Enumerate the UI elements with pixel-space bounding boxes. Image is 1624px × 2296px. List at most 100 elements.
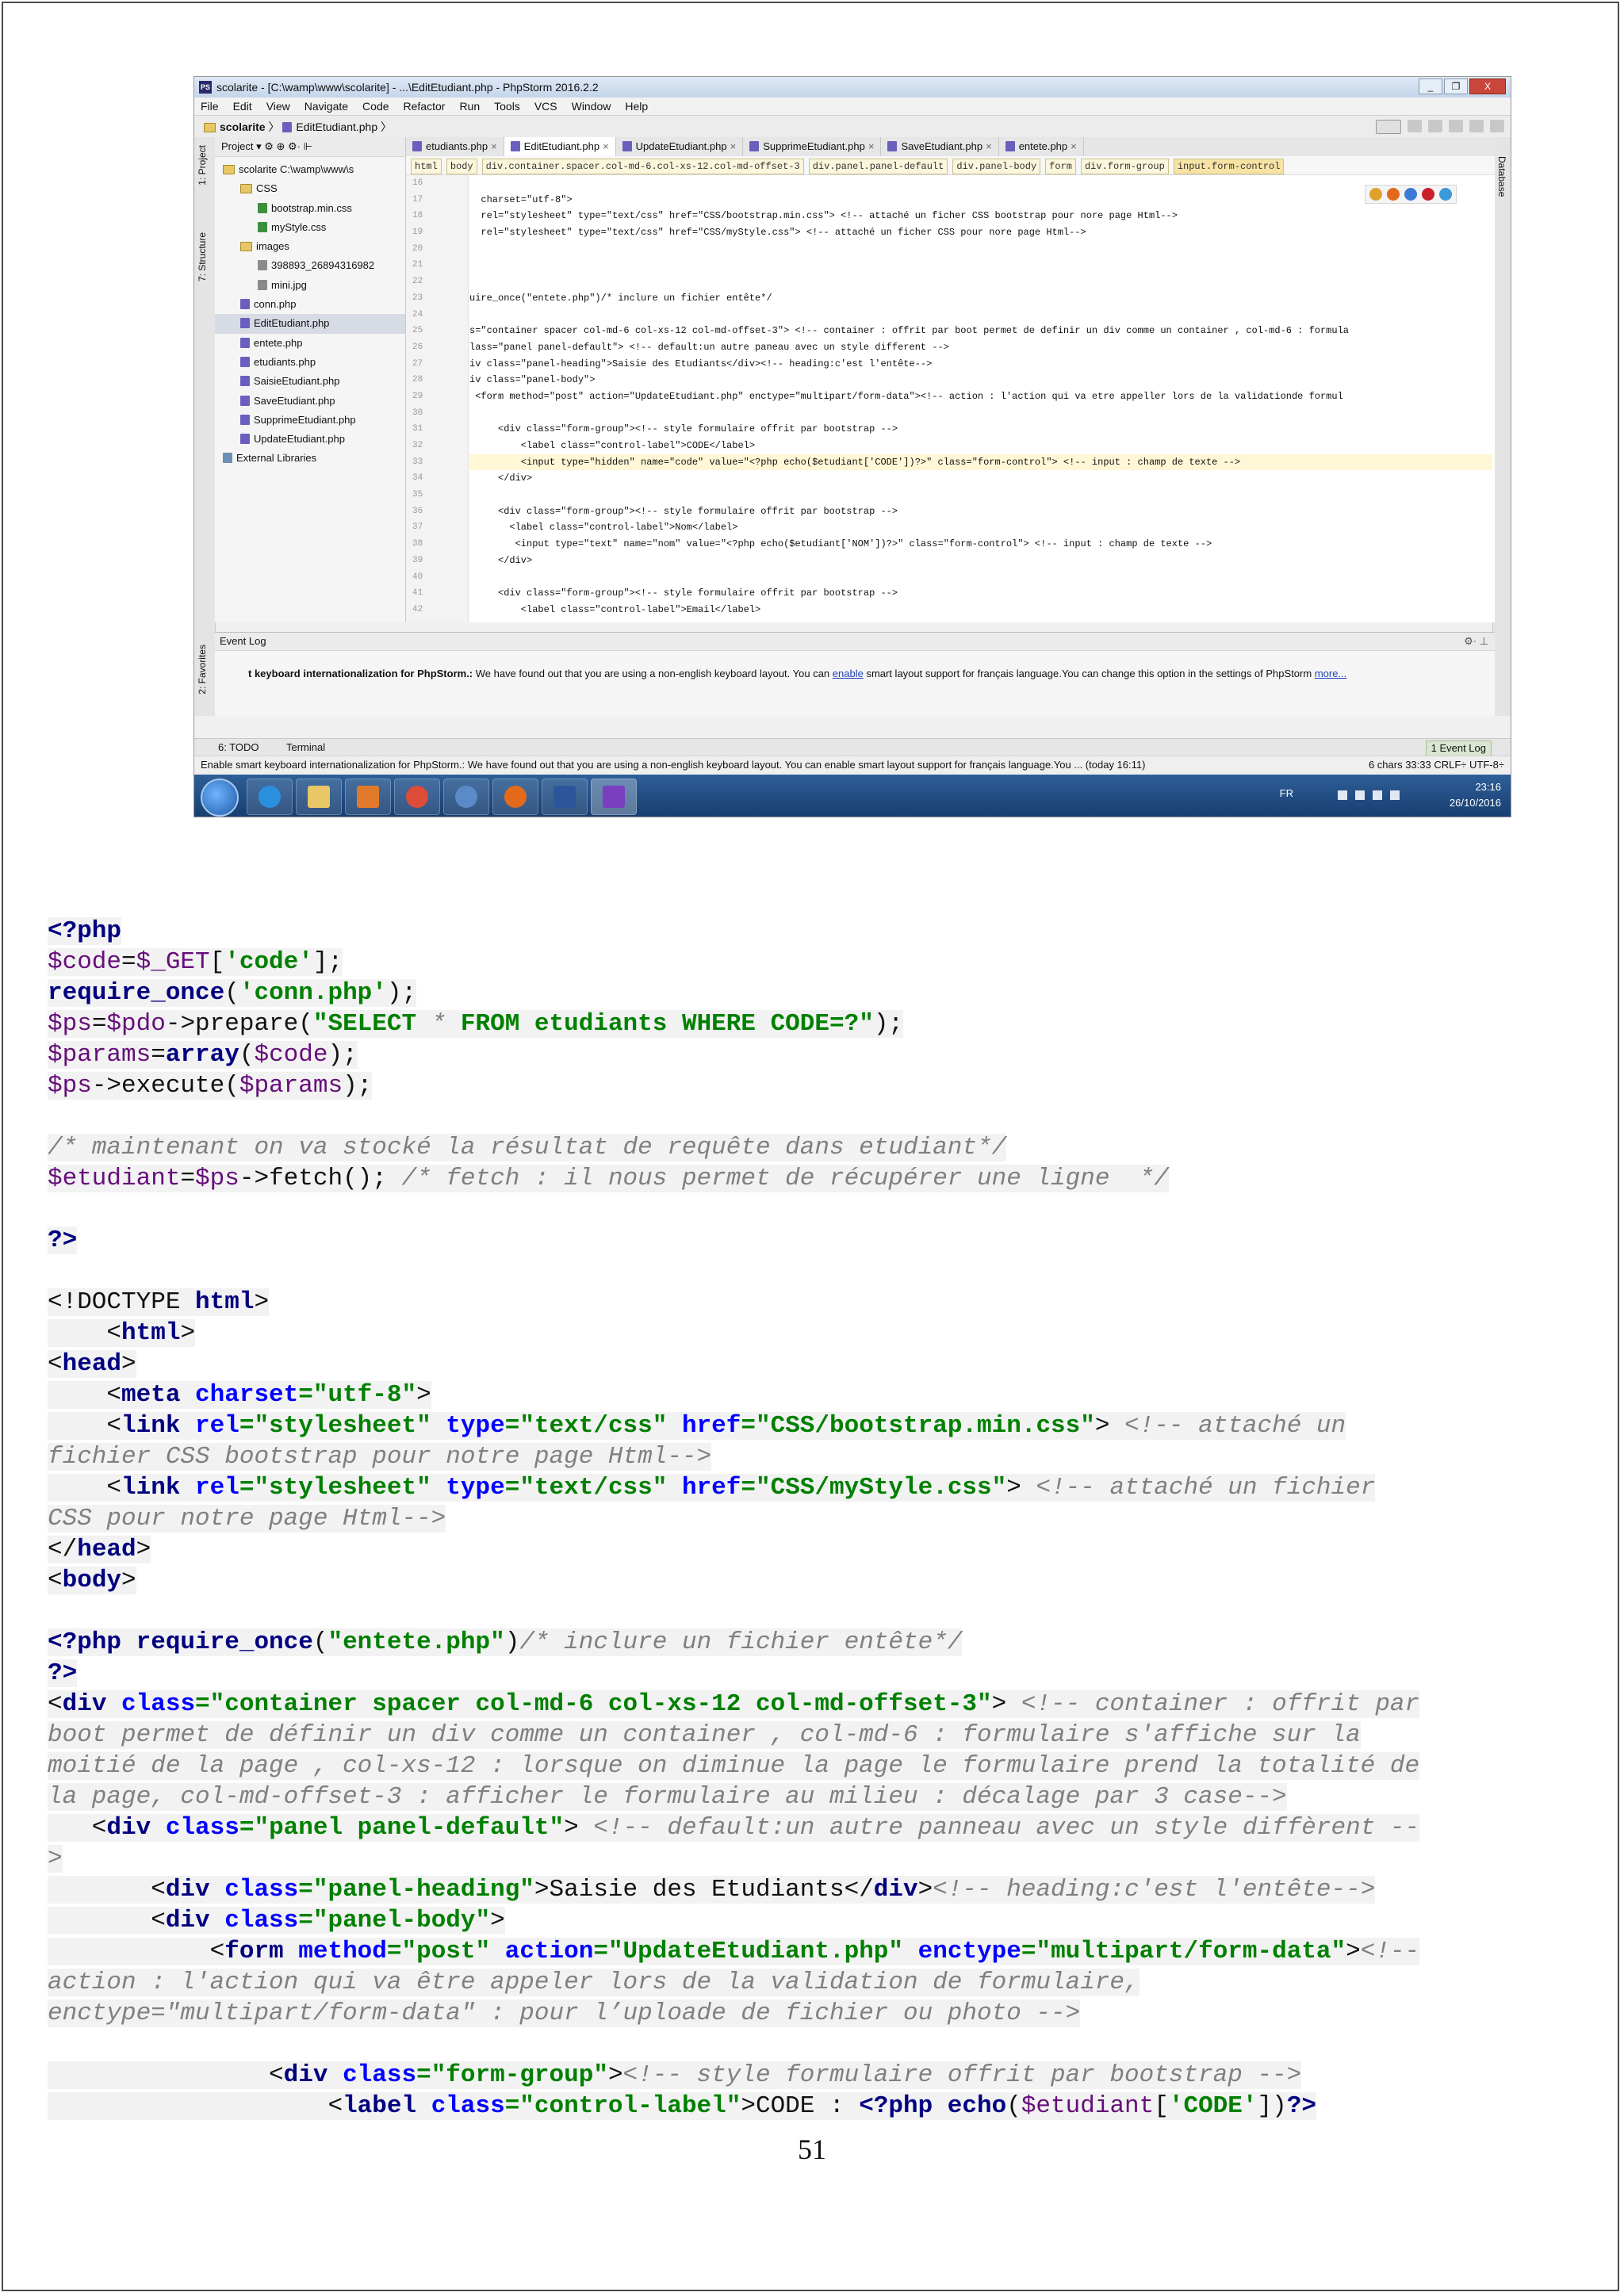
more-link[interactable]: more... <box>1315 668 1346 679</box>
tree-item[interactable]: myStyle.css <box>215 218 405 237</box>
menu-item-code[interactable]: Code <box>362 98 389 115</box>
chrome-taskbar-icon[interactable] <box>394 779 440 815</box>
menu-item-vcs[interactable]: VCS <box>534 98 557 115</box>
editor-tab[interactable]: etudiants.php × <box>406 137 504 156</box>
flag-icon[interactable] <box>1355 790 1365 800</box>
menu-item-tools[interactable]: Tools <box>494 98 520 115</box>
project-panel-header[interactable]: Project ▾ ⚙ ⊕ ⚙· ⊩ <box>215 137 405 157</box>
tree-item[interactable]: bootstrap.min.css <box>215 199 405 218</box>
debug-icon[interactable] <box>1428 120 1442 132</box>
tag-crumb[interactable]: form <box>1045 159 1076 174</box>
line-number: 16 <box>412 178 423 188</box>
media-taskbar-icon[interactable] <box>345 779 391 815</box>
network-icon[interactable] <box>1373 790 1382 800</box>
todo-tab[interactable]: 6: TODO <box>218 739 259 756</box>
close-tab-icon[interactable]: × <box>868 140 875 152</box>
close-tab-icon[interactable]: × <box>730 140 737 152</box>
listing-line: <html> <box>48 1318 1586 1349</box>
safari-icon[interactable] <box>1404 188 1417 201</box>
status-message[interactable]: Enable smart keyboard internationalizati… <box>201 756 1145 774</box>
menu-item-run[interactable]: Run <box>459 98 480 115</box>
tree-item[interactable]: SupprimeEtudiant.php <box>215 411 405 430</box>
code-area[interactable]: charset="utf-8"> rel="stylesheet" type="… <box>469 175 1492 622</box>
firefox-taskbar-icon[interactable] <box>492 779 538 815</box>
event-log-tab[interactable]: 1 Event Log <box>1425 740 1492 756</box>
close-button[interactable]: X <box>1469 78 1506 94</box>
chrome-icon[interactable] <box>1369 188 1382 201</box>
editor-tab[interactable]: EditEtudiant.php × <box>504 137 616 156</box>
event-log-settings-icon[interactable]: ⚙· ⊥ <box>1464 635 1488 648</box>
stop-icon[interactable] <box>1469 120 1484 132</box>
enable-link[interactable]: enable <box>833 668 864 679</box>
tag-crumb[interactable]: div.form-group <box>1080 159 1169 174</box>
menu-item-navigate[interactable]: Navigate <box>304 98 348 115</box>
search-icon[interactable] <box>1490 120 1504 132</box>
run-icon[interactable] <box>1408 120 1422 132</box>
code-token: ="UpdateEtudiant.php" <box>593 1938 918 1965</box>
favorites-tool-tab[interactable]: 2: Favorites <box>197 645 208 695</box>
opera-icon[interactable] <box>1422 188 1434 201</box>
database-tool-tab[interactable]: Database <box>1496 156 1507 197</box>
tree-item[interactable]: 398893_26894316982 <box>215 256 405 275</box>
code-token: > <box>564 1814 594 1842</box>
firefox-icon[interactable] <box>1387 188 1400 201</box>
listing-line-text: $ps->execute($params); <box>48 1072 373 1100</box>
ie-icon[interactable] <box>1439 188 1452 201</box>
editor-tab[interactable]: UpdateEtudiant.php × <box>616 137 744 156</box>
ie-taskbar-icon[interactable] <box>247 779 293 815</box>
menu-item-edit[interactable]: Edit <box>233 98 252 115</box>
listing-line: <div class="container spacer col-md-6 co… <box>48 1689 1586 1720</box>
nav-breadcrumb[interactable]: scolarite 〉 EditEtudiant.php 〉 <box>204 116 392 138</box>
code-token: ="CSS/myStyle.css" <box>741 1474 1007 1502</box>
editor-tab[interactable]: SaveEtudiant.php × <box>881 137 999 156</box>
close-tab-icon[interactable]: × <box>491 140 497 152</box>
start-button-icon[interactable] <box>201 779 239 817</box>
close-tab-icon[interactable]: × <box>1071 140 1077 152</box>
tree-item[interactable]: etudiants.php <box>215 353 405 372</box>
editor-tab[interactable]: SupprimeEtudiant.php × <box>743 137 882 156</box>
tag-crumb[interactable]: div.panel-body <box>952 159 1041 174</box>
tree-item[interactable]: SaveEtudiant.php <box>215 392 405 411</box>
tree-item[interactable]: EditEtudiant.php <box>215 314 405 334</box>
tree-item[interactable]: CSS <box>215 179 405 198</box>
tree-item[interactable]: images <box>215 237 405 256</box>
coverage-icon[interactable] <box>1449 120 1463 132</box>
app-taskbar-icon[interactable] <box>443 779 489 815</box>
menu-item-window[interactable]: Window <box>572 98 611 115</box>
tag-crumb[interactable]: div.panel.panel-default <box>808 159 948 174</box>
tree-item[interactable]: mini.jpg <box>215 276 405 295</box>
tag-crumb[interactable]: html <box>411 159 442 174</box>
project-tool-tab[interactable]: 1: Project <box>197 145 208 186</box>
language-indicator[interactable]: FR <box>1280 787 1293 799</box>
close-tab-icon[interactable]: × <box>986 140 992 152</box>
tree-item[interactable]: External Libraries <box>215 449 405 468</box>
word-taskbar-icon[interactable] <box>542 779 588 815</box>
maximize-button[interactable]: ❐ <box>1444 78 1468 94</box>
run-config-dropdown[interactable] <box>1376 120 1401 134</box>
tag-crumb[interactable]: div.container.spacer.col-md-6.col-xs-12.… <box>481 159 804 174</box>
tree-item[interactable]: conn.php <box>215 295 405 314</box>
explorer-taskbar-icon[interactable] <box>296 779 342 815</box>
tray-arrow-icon[interactable] <box>1338 790 1347 800</box>
menu-item-file[interactable]: File <box>201 98 219 115</box>
status-right[interactable]: 6 chars 33:33 CRLF÷ UTF-8÷ <box>1369 756 1504 774</box>
tag-crumb[interactable]: input.form-control <box>1173 159 1285 174</box>
terminal-tab[interactable]: Terminal <box>286 739 325 756</box>
tag-crumb[interactable]: body <box>446 159 477 174</box>
tree-item[interactable]: UpdateEtudiant.php <box>215 430 405 449</box>
tree-item[interactable]: scolarite C:\wamp\www\s <box>215 160 405 179</box>
menu-item-view[interactable]: View <box>266 98 290 115</box>
volume-icon[interactable] <box>1390 790 1400 800</box>
tree-item[interactable]: entete.php <box>215 334 405 353</box>
clock[interactable]: 23:16 26/10/2016 <box>1450 779 1501 811</box>
structure-tool-tab[interactable]: 7: Structure <box>197 232 208 281</box>
phpstorm-taskbar-icon[interactable] <box>591 779 637 815</box>
menu-item-refactor[interactable]: Refactor <box>404 98 446 115</box>
close-tab-icon[interactable]: × <box>603 140 609 152</box>
minimize-button[interactable]: _ <box>1419 78 1442 94</box>
listing-line-text: <head> <box>48 1350 136 1378</box>
editor-tab[interactable]: entete.php × <box>999 137 1084 156</box>
menu-item-help[interactable]: Help <box>625 98 648 115</box>
tree-item[interactable]: SaisieEtudiant.php <box>215 372 405 391</box>
